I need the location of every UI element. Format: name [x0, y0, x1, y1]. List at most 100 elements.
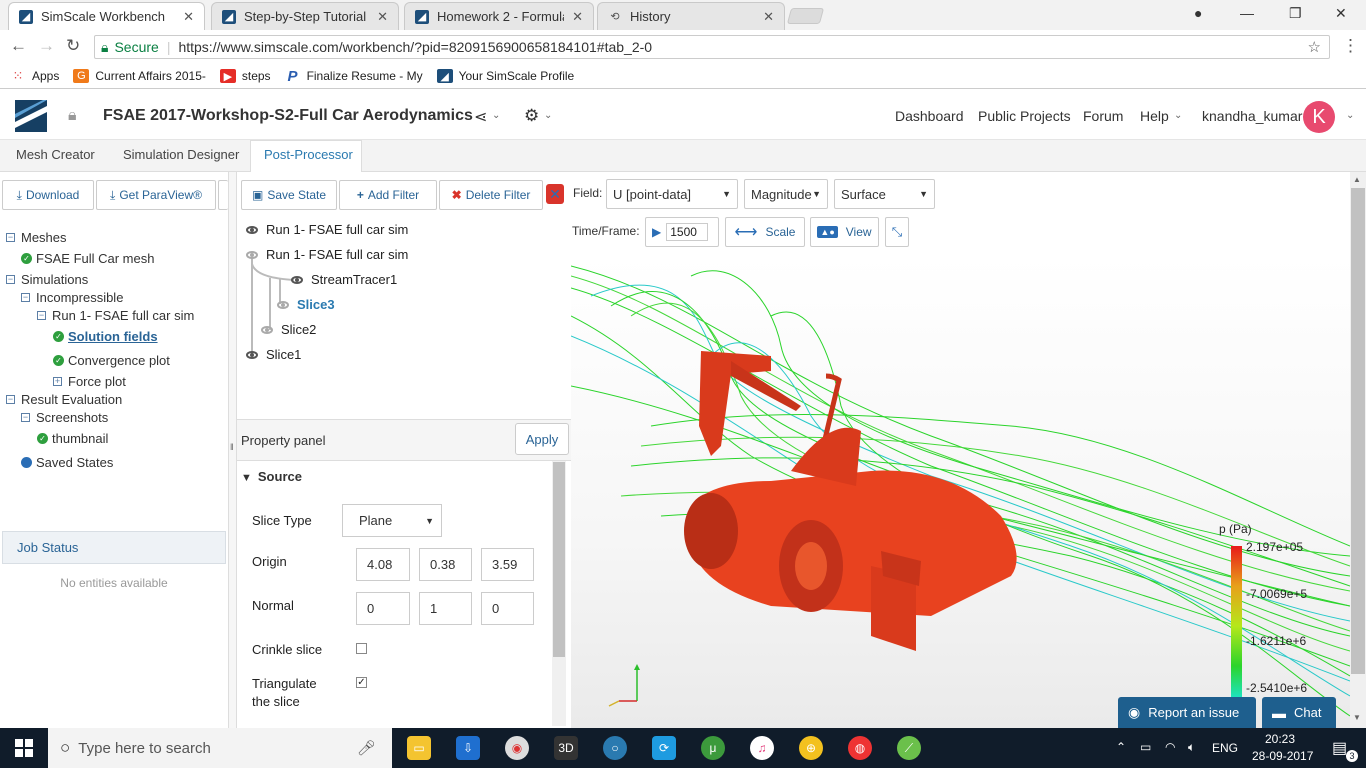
tree-force-plot[interactable]: + Force plot: [53, 374, 126, 389]
save-state-button[interactable]: ▣ Save State: [241, 180, 337, 210]
close-tab-icon[interactable]: ✕: [183, 9, 194, 25]
property-scrollbar-thumb[interactable]: [553, 462, 565, 657]
field-select[interactable]: U [point-data] ▼: [606, 179, 738, 209]
catia-icon[interactable]: 3D: [554, 736, 578, 760]
browser-tab-tutorial[interactable]: ◢ Step-by-Step Tutorial Se ✕: [211, 2, 399, 30]
origin-x-input[interactable]: 4.08: [356, 548, 410, 581]
bookmark-star-icon[interactable]: ☆: [1308, 38, 1321, 56]
close-tab-icon[interactable]: ✕: [763, 9, 774, 25]
report-issue-button[interactable]: ◉ Report an issue: [1118, 697, 1256, 728]
forward-icon[interactable]: →: [38, 36, 55, 56]
collapse-icon[interactable]: −: [21, 413, 30, 422]
volume-icon[interactable]: 🔈︎: [1188, 740, 1195, 755]
gear-icon[interactable]: ⚙: [524, 106, 539, 126]
tab-post-processor[interactable]: Post-Processor: [264, 147, 353, 162]
browser-tab-history[interactable]: ⟲ History ✕: [597, 2, 785, 30]
start-button[interactable]: [0, 728, 48, 768]
crinkle-slice-checkbox[interactable]: [356, 643, 367, 654]
view-button[interactable]: ▲● View: [810, 217, 879, 247]
action-center-icon[interactable]: ▤: [1332, 738, 1347, 758]
add-filter-button[interactable]: + Add Filter: [339, 180, 437, 210]
expand-icon[interactable]: +: [53, 377, 62, 386]
file-explorer-icon[interactable]: ▭: [407, 736, 431, 760]
normal-z-input[interactable]: 0: [481, 592, 534, 625]
chevron-down-icon[interactable]: ⌄: [1346, 110, 1354, 121]
filter-item-streamtracer1[interactable]: StreamTracer1: [291, 272, 397, 287]
nav-help[interactable]: Help: [1140, 108, 1169, 124]
bookmark-steps[interactable]: ▶ steps: [219, 69, 271, 83]
eye-icon[interactable]: [261, 325, 273, 334]
scroll-up-icon[interactable]: ▲: [1353, 175, 1361, 184]
chevron-down-icon[interactable]: ⌄: [492, 110, 500, 121]
chat-button[interactable]: ▬ Chat: [1262, 697, 1336, 728]
chrome-menu-icon[interactable]: ⋮: [1342, 36, 1359, 56]
filter-item-slice3[interactable]: Slice3: [277, 297, 335, 312]
battery-icon[interactable]: ▭: [1140, 740, 1151, 754]
filter-item-run1[interactable]: Run 1- FSAE full car sim: [246, 222, 408, 237]
share-icon[interactable]: ⋖: [474, 107, 487, 127]
collapse-icon[interactable]: −: [6, 395, 15, 404]
tree-saved-states[interactable]: Saved States: [21, 455, 113, 470]
avatar[interactable]: K: [1303, 101, 1335, 133]
username[interactable]: knandha_kumar: [1202, 108, 1302, 124]
tree-screenshots[interactable]: − Screenshots: [21, 410, 108, 425]
collapse-icon[interactable]: −: [6, 233, 15, 242]
eye-icon[interactable]: [277, 300, 289, 309]
app-ring-icon[interactable]: ○: [603, 736, 627, 760]
back-icon[interactable]: ←: [10, 36, 27, 56]
chevron-down-icon[interactable]: ⌄: [544, 110, 552, 121]
normal-y-input[interactable]: 1: [419, 592, 472, 625]
app-green-icon[interactable]: ⟋: [897, 736, 921, 760]
language-indicator[interactable]: ENG: [1212, 741, 1238, 755]
nav-public-projects[interactable]: Public Projects: [978, 108, 1071, 124]
close-tab-icon[interactable]: ✕: [377, 9, 388, 25]
reset-camera-button[interactable]: ⤡: [885, 217, 909, 247]
component-select[interactable]: Magnitude ▼: [744, 179, 828, 209]
collapse-icon[interactable]: −: [21, 293, 30, 302]
frame-input[interactable]: 1500: [666, 223, 709, 241]
origin-z-input[interactable]: 3.59: [481, 548, 534, 581]
apply-button[interactable]: Apply: [515, 423, 569, 455]
scale-button[interactable]: ⟷ Scale: [725, 217, 805, 247]
get-paraview-button[interactable]: ⤓ Get ParaView®: [96, 180, 216, 210]
triangulate-checkbox[interactable]: ✓: [356, 677, 367, 688]
bookmark-simscale-profile[interactable]: ◢ Your SimScale Profile: [436, 69, 574, 83]
filter-item-slice2[interactable]: Slice2: [261, 322, 316, 337]
simscale-logo-icon[interactable]: [15, 100, 47, 132]
tree-meshes[interactable]: − Meshes: [6, 230, 67, 245]
minimize-icon[interactable]: —: [1240, 5, 1254, 21]
normal-x-input[interactable]: 0: [356, 592, 410, 625]
delete-filter-button[interactable]: ✖ Delete Filter: [439, 180, 543, 210]
new-tab-button[interactable]: [786, 8, 825, 24]
eye-icon[interactable]: [291, 275, 303, 284]
source-section-header[interactable]: ▼ Source: [241, 469, 302, 484]
sync-icon[interactable]: ⟳: [652, 736, 676, 760]
splitter-handle-icon[interactable]: ‖: [230, 442, 234, 452]
tree-solution-fields[interactable]: ✓ Solution fields: [53, 329, 158, 344]
chevron-down-icon[interactable]: ⌄: [1174, 110, 1182, 121]
origin-y-input[interactable]: 0.38: [419, 548, 472, 581]
downloads-icon[interactable]: ⇩: [456, 736, 480, 760]
utorrent-icon[interactable]: μ: [701, 736, 725, 760]
clock-date[interactable]: 28-09-2017: [1252, 749, 1313, 763]
tray-chevron-up-icon[interactable]: ⌃: [1116, 740, 1126, 754]
profile-icon[interactable]: ●: [1194, 5, 1202, 21]
chrome-icon[interactable]: ◉: [505, 736, 529, 760]
frame-control[interactable]: ▶ 1500: [645, 217, 719, 247]
collapse-icon[interactable]: −: [37, 311, 46, 320]
tree-simulations[interactable]: − Simulations: [6, 272, 88, 287]
close-tab-icon[interactable]: ✕: [572, 9, 583, 25]
job-status-header[interactable]: Job Status: [2, 531, 226, 564]
play-icon[interactable]: ▶: [652, 225, 661, 239]
restore-icon[interactable]: ❐: [1289, 5, 1302, 22]
reload-icon[interactable]: ↻: [66, 36, 80, 56]
browser-tab-homework[interactable]: ◢ Homework 2 - Formula S ✕: [404, 2, 594, 30]
paraview-filter-icon[interactable]: ✕: [546, 184, 564, 204]
wifi-icon[interactable]: ◠: [1165, 740, 1175, 754]
taskbar-search-box[interactable]: ○ Type here to search 🎤︎: [48, 728, 392, 768]
itunes-icon[interactable]: ♫: [750, 736, 774, 760]
more-toolbar-button[interactable]: [218, 180, 228, 210]
clock-time[interactable]: 20:23: [1265, 732, 1295, 746]
tree-thumbnail[interactable]: ✓ thumbnail: [37, 431, 108, 446]
app-red-icon[interactable]: ◍: [848, 736, 872, 760]
